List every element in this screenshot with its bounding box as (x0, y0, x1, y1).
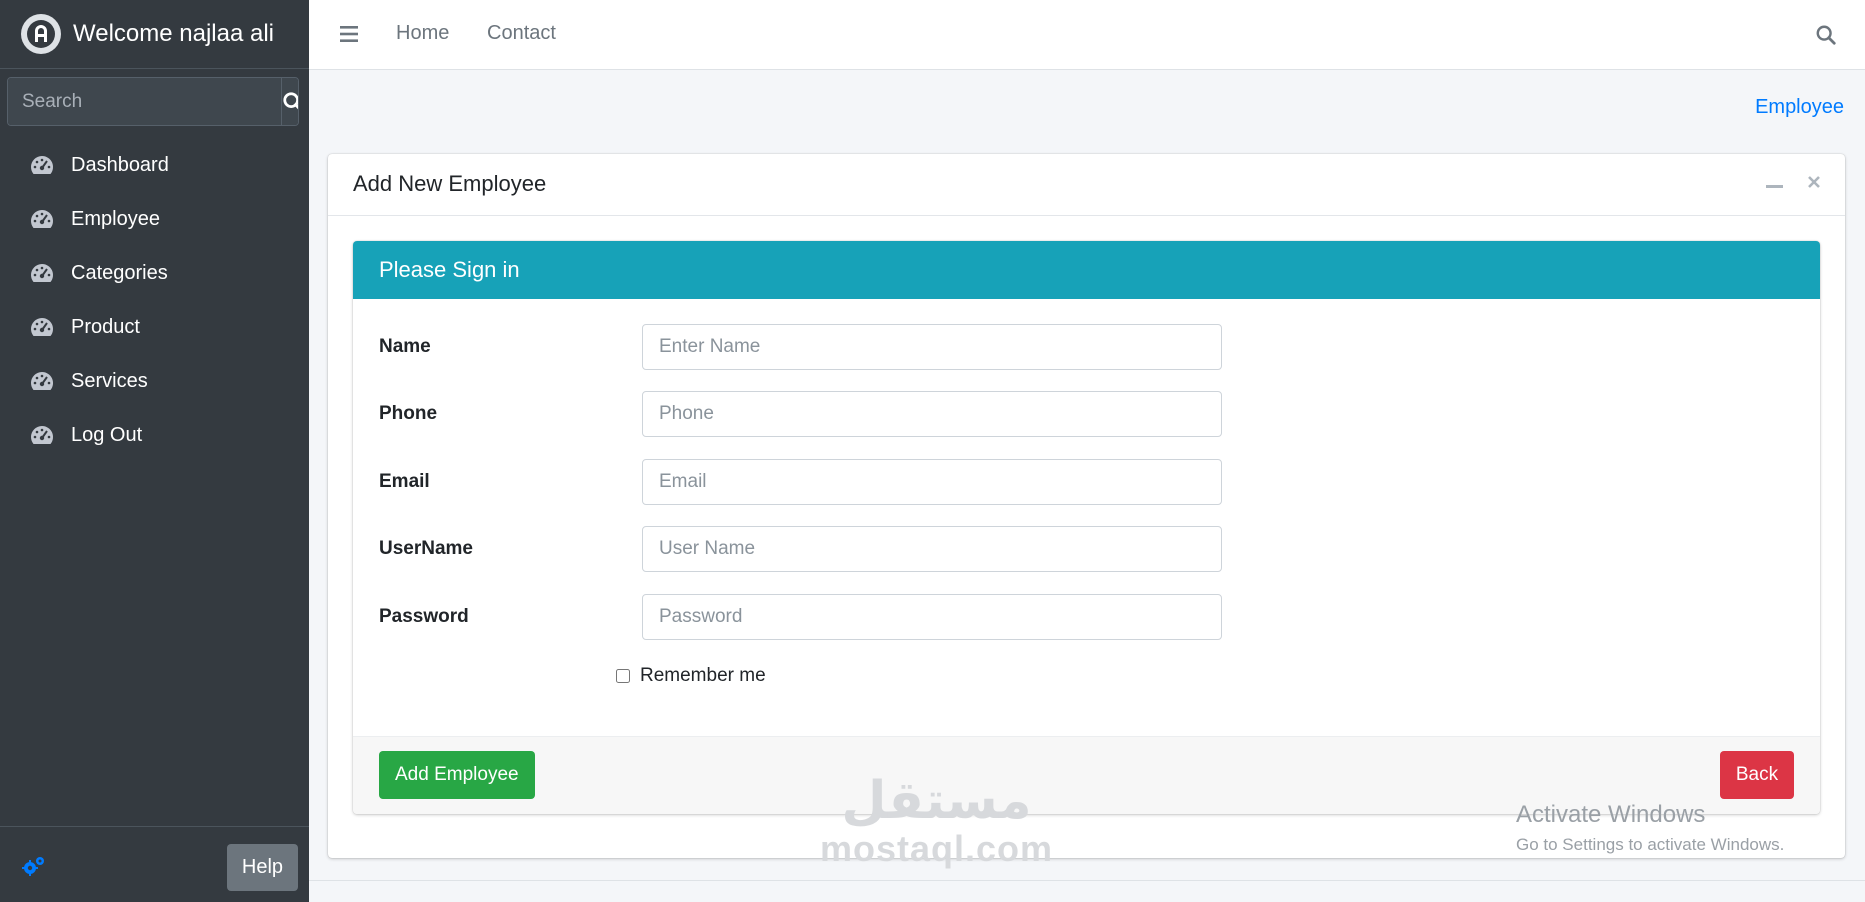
search-icon[interactable] (1815, 24, 1837, 51)
brand-logo-icon (21, 14, 61, 54)
mostaql-watermark: مستقل mostaql.com (820, 775, 1053, 867)
card-title: Add New Employee (353, 171, 547, 196)
tachometer-icon (29, 424, 55, 446)
card-header: Add New Employee (328, 154, 1845, 216)
sign-in-panel: Please Sign in Name Phone Email UserName… (353, 241, 1820, 814)
help-button[interactable]: Help (227, 844, 298, 891)
tachometer-icon (29, 316, 55, 338)
watermark-arabic: مستقل (841, 772, 1032, 830)
activate-windows-subtitle: Go to Settings to activate Windows. (1516, 835, 1785, 854)
form-row-name: Name (379, 324, 1222, 372)
form-row-email: Email (379, 459, 1222, 507)
add-employee-button[interactable]: Add Employee (379, 751, 535, 799)
nav-link-contact[interactable]: Contact (487, 22, 556, 45)
sidebar-item-employee[interactable]: Employee (0, 192, 309, 246)
footer-divider (309, 880, 1865, 881)
remember-me-label: Remember me (640, 665, 766, 686)
name-input[interactable] (642, 324, 1222, 370)
sidebar-nav: Dashboard Employee Categories Product Se… (0, 138, 309, 462)
close-icon[interactable] (1807, 175, 1821, 194)
top-navbar: Home Contact (309, 0, 1865, 70)
sidebar-item-label: Services (71, 369, 148, 392)
tachometer-icon (29, 262, 55, 284)
panel-header: Please Sign in (353, 241, 1820, 299)
sidebar-search-input[interactable] (8, 78, 281, 125)
sidebar-item-label: Employee (71, 207, 160, 230)
password-input[interactable] (642, 594, 1222, 640)
brand[interactable]: Welcome najlaa ali (0, 0, 309, 69)
back-button[interactable]: Back (1720, 751, 1794, 799)
sidebar-search-button[interactable] (281, 78, 298, 125)
tachometer-icon (29, 154, 55, 176)
sidebar-footer: Help (0, 826, 309, 902)
form-row-password: Password (379, 594, 1222, 642)
form-row-phone: Phone (379, 391, 1222, 439)
email-label: Email (379, 471, 430, 492)
add-employee-card: Add New Employee Please Sign in Name Pho… (328, 154, 1845, 858)
tachometer-icon (29, 370, 55, 392)
remember-me-checkbox[interactable] (616, 669, 630, 683)
nav-link-home[interactable]: Home (396, 22, 449, 45)
form-row-username: UserName (379, 526, 1222, 574)
phone-label: Phone (379, 403, 438, 424)
password-label: Password (379, 606, 469, 627)
sidebar-item-label: Categories (71, 261, 168, 284)
hamburger-menu-icon[interactable] (340, 26, 358, 47)
panel-title: Please Sign in (379, 257, 520, 282)
sidebar-item-dashboard[interactable]: Dashboard (0, 138, 309, 192)
sidebar-item-product[interactable]: Product (0, 300, 309, 354)
activate-windows-notice: Activate Windows Go to Settings to activ… (1516, 801, 1784, 855)
watermark-latin: mostaql.com (820, 828, 1054, 869)
breadcrumb-employee[interactable]: Employee (1755, 96, 1844, 119)
sidebar-item-label: Product (71, 315, 140, 338)
sidebar-item-label: Dashboard (71, 153, 169, 176)
brand-text: Welcome najlaa ali (73, 20, 274, 47)
phone-input[interactable] (642, 391, 1222, 437)
search-icon (283, 91, 298, 109)
activate-windows-title: Activate Windows (1516, 801, 1706, 828)
collapse-icon[interactable] (1766, 185, 1783, 188)
gears-icon[interactable] (21, 855, 47, 882)
sidebar-search (7, 77, 299, 126)
sidebar-item-services[interactable]: Services (0, 354, 309, 408)
sidebar-item-label: Log Out (71, 423, 143, 446)
username-input[interactable] (642, 526, 1222, 572)
name-label: Name (379, 336, 431, 357)
tachometer-icon (29, 208, 55, 230)
username-label: UserName (379, 538, 473, 559)
remember-me: Remember me (616, 665, 766, 687)
email-input[interactable] (642, 459, 1222, 505)
sidebar: Welcome najlaa ali Dashboard Employee Ca… (0, 0, 309, 902)
sidebar-item-categories[interactable]: Categories (0, 246, 309, 300)
sidebar-item-logout[interactable]: Log Out (0, 408, 309, 462)
